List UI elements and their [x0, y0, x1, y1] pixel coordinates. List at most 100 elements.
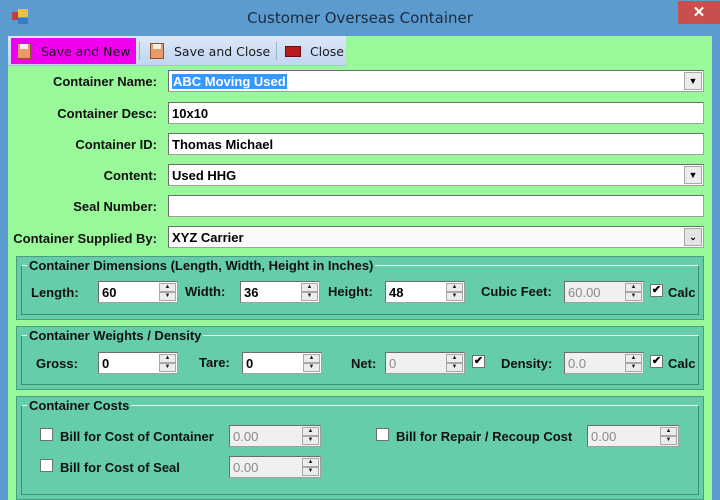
up-arrow-icon[interactable]: ▲: [446, 283, 463, 292]
gross-value: 0: [102, 356, 110, 371]
down-arrow-icon[interactable]: ▼: [303, 363, 320, 372]
spinner-arrows[interactable]: ▲ ▼: [159, 283, 176, 301]
seal-number-label: Seal Number:: [73, 199, 157, 214]
container-name-value: ABC Moving Used: [172, 74, 287, 89]
weights-group-title: Container Weights / Density: [27, 328, 204, 343]
chevron-down-icon[interactable]: ⌄: [684, 228, 702, 246]
down-arrow-icon[interactable]: ▼: [302, 436, 319, 445]
repair-cost-spinner[interactable]: 0.00 ▲ ▼: [587, 425, 679, 447]
dimensions-group: Container Dimensions (Length, Width, Hei…: [16, 256, 704, 320]
container-cost-spinner[interactable]: 0.00 ▲ ▼: [229, 425, 321, 447]
width-label: Width:: [185, 284, 226, 299]
up-arrow-icon[interactable]: ▲: [625, 283, 642, 292]
gross-spinner[interactable]: 0 ▲ ▼: [98, 352, 178, 374]
repair-cost-checkbox[interactable]: [376, 428, 389, 441]
down-arrow-icon[interactable]: ▼: [301, 292, 318, 301]
height-spinner[interactable]: 48 ▲ ▼: [385, 281, 465, 303]
height-label: Height:: [328, 284, 373, 299]
down-arrow-icon[interactable]: ▼: [446, 292, 463, 301]
up-arrow-icon[interactable]: ▲: [159, 354, 176, 363]
spinner-arrows[interactable]: ▲ ▼: [625, 283, 642, 301]
down-arrow-icon[interactable]: ▼: [625, 363, 642, 372]
save-and-close-button[interactable]: Save and Close: [144, 38, 272, 64]
costs-group-title: Container Costs: [27, 398, 132, 413]
net-spinner[interactable]: 0 ▲ ▼: [385, 352, 465, 374]
density-value: 0.0: [568, 356, 587, 371]
down-arrow-icon[interactable]: ▼: [625, 292, 642, 301]
width-spinner[interactable]: 36 ▲ ▼: [240, 281, 320, 303]
spinner-arrows[interactable]: ▲ ▼: [159, 354, 176, 372]
tare-label: Tare:: [199, 355, 230, 370]
width-value: 36: [244, 285, 259, 300]
spinner-arrows[interactable]: ▲ ▼: [446, 354, 463, 372]
cubic-feet-value: 60.00: [568, 285, 601, 300]
container-id-input[interactable]: Thomas Michael: [168, 133, 704, 155]
save-and-new-label: Save and New: [41, 43, 131, 59]
container-cost-label: Bill for Cost of Container: [60, 429, 214, 444]
density-label: Density:: [501, 356, 553, 371]
save-and-new-button[interactable]: Save and New: [11, 38, 136, 64]
container-desc-input[interactable]: 10x10: [168, 102, 704, 124]
down-arrow-icon[interactable]: ▼: [446, 363, 463, 372]
exit-door-icon: [284, 42, 302, 60]
dropdown-arrow-icon[interactable]: ▼: [684, 166, 702, 184]
weights-group: Container Weights / Density Gross: 0 ▲ ▼ T…: [16, 326, 704, 390]
up-arrow-icon[interactable]: ▲: [660, 427, 677, 436]
toolbar-separator: [139, 42, 140, 60]
cubic-feet-spinner[interactable]: 60.00 ▲ ▼: [564, 281, 644, 303]
spinner-arrows[interactable]: ▲ ▼: [625, 354, 642, 372]
save-and-close-label: Save and Close: [174, 43, 271, 59]
seal-cost-checkbox[interactable]: [40, 459, 53, 472]
content-combo[interactable]: Used HHG ▼: [168, 164, 704, 186]
spinner-arrows[interactable]: ▲ ▼: [303, 354, 320, 372]
content-value: Used HHG: [172, 168, 237, 183]
down-arrow-icon[interactable]: ▼: [660, 436, 677, 445]
close-button[interactable]: Close: [280, 38, 344, 64]
close-label: Close: [309, 43, 344, 59]
spinner-arrows[interactable]: ▲ ▼: [302, 427, 319, 445]
spinner-arrows[interactable]: ▲ ▼: [446, 283, 463, 301]
up-arrow-icon[interactable]: ▲: [303, 354, 320, 363]
form-client-area: Save and New Save and Close Close Contai…: [8, 36, 712, 500]
down-arrow-icon[interactable]: ▼: [159, 292, 176, 301]
density-spinner[interactable]: 0.0 ▲ ▼: [564, 352, 644, 374]
tare-spinner[interactable]: 0 ▲ ▼: [242, 352, 322, 374]
repair-cost-label: Bill for Repair / Recoup Cost: [396, 429, 573, 444]
cubic-feet-calc-checkbox[interactable]: ✔: [650, 284, 663, 297]
cubic-feet-calc-label: Calc: [668, 285, 696, 300]
tare-value: 0: [246, 356, 254, 371]
up-arrow-icon[interactable]: ▲: [302, 458, 319, 467]
up-arrow-icon[interactable]: ▲: [301, 283, 318, 292]
dropdown-arrow-icon[interactable]: ▼: [684, 72, 702, 90]
container-name-combo[interactable]: ABC Moving Used ▼: [168, 70, 704, 92]
spinner-arrows[interactable]: ▲ ▼: [301, 283, 318, 301]
container-cost-checkbox[interactable]: [40, 428, 53, 441]
gross-label: Gross:: [36, 356, 78, 371]
content-label: Content:: [103, 168, 157, 183]
net-checkbox[interactable]: ✔: [472, 355, 485, 368]
supplied-by-combo[interactable]: XYZ Carrier ⌄: [168, 226, 704, 248]
seal-cost-spinner[interactable]: 0.00 ▲ ▼: [229, 456, 321, 478]
spinner-arrows[interactable]: ▲ ▼: [302, 458, 319, 476]
spinner-arrows[interactable]: ▲ ▼: [660, 427, 677, 445]
up-arrow-icon[interactable]: ▲: [625, 354, 642, 363]
down-arrow-icon[interactable]: ▼: [302, 467, 319, 476]
down-arrow-icon[interactable]: ▼: [159, 363, 176, 372]
height-value: 48: [389, 285, 404, 300]
supplied-by-value: XYZ Carrier: [172, 230, 244, 245]
up-arrow-icon[interactable]: ▲: [302, 427, 319, 436]
toolbar: Save and New Save and Close Close: [8, 36, 346, 66]
seal-cost-value: 0.00: [233, 460, 259, 475]
length-spinner[interactable]: 60 ▲ ▼: [98, 281, 178, 303]
up-arrow-icon[interactable]: ▲: [159, 283, 176, 292]
window-close-button[interactable]: ✕: [678, 1, 720, 24]
container-id-label: Container ID:: [75, 137, 157, 152]
floppy-save-icon: [15, 42, 33, 60]
up-arrow-icon[interactable]: ▲: [446, 354, 463, 363]
density-calc-label: Calc: [668, 356, 696, 371]
density-calc-checkbox[interactable]: ✔: [650, 355, 663, 368]
seal-cost-label: Bill for Cost of Seal: [60, 460, 180, 475]
toolbar-separator: [276, 42, 277, 60]
supplied-by-label: Container Supplied By:: [13, 231, 157, 246]
seal-number-input[interactable]: [168, 195, 704, 217]
